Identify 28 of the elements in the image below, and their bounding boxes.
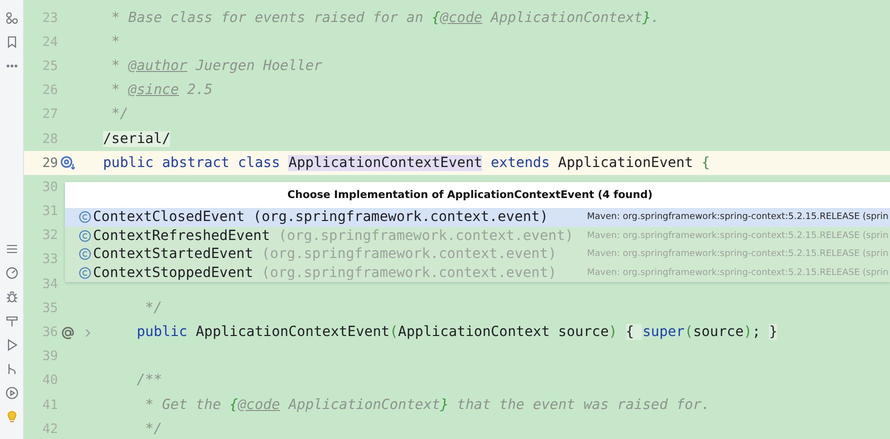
list-icon[interactable] <box>4 242 18 256</box>
structure-icon[interactable] <box>4 11 18 25</box>
implementation-item[interactable]: ContextClosedEvent (org.springframework.context.event) Maven: org.springframework:spring-context:5.2.15.RELEASE (sprin <box>65 208 890 226</box>
implementation-item[interactable]: ContextRefreshedEvent (org.springframework.context.event) Maven: org.springframework:spring-context:5.2.15.RELEASE (sprin <box>65 226 890 245</box>
popup-title: Choose Implementation of ApplicationContextEvent (4 found) <box>287 189 653 201</box>
code-line: * <box>110 32 120 52</box>
code-line: */ <box>110 105 128 124</box>
code-line: */ <box>144 298 162 318</box>
line-number: 29 <box>41 156 58 171</box>
code-line: * Get the {@code ApplicationContext} that the event was raised for. <box>144 396 710 415</box>
class-icon <box>79 230 91 242</box>
gauge-icon[interactable] <box>4 266 18 280</box>
code-line: public abstract class ApplicationContextEvent extends ApplicationEvent { <box>103 154 710 173</box>
code-line: public ApplicationContextEvent(ApplicationContext source) { super(source); } <box>136 323 778 342</box>
code-line: * @since 2.5 <box>110 81 213 100</box>
class-icon <box>79 266 91 279</box>
code-line: */ <box>144 420 162 439</box>
bug-icon[interactable] <box>4 290 18 304</box>
code-line: /** <box>136 371 162 390</box>
implementation-item[interactable]: ContextStoppedEvent (org.springframework.context.event) Maven: org.springframework:spring-context:5.2.15.RELEASE (sprin <box>65 264 890 282</box>
circled-play-icon[interactable] <box>4 386 18 400</box>
code-line: * @author Juergen Hoeller <box>110 56 322 76</box>
class-icon <box>79 248 91 260</box>
implemented-marker-icon[interactable] <box>60 155 76 172</box>
implementation-item[interactable]: ContextStartedEvent (org.springframework.context.event) Maven: org.springframework:spring-context:5.2.15.RELEASE (sprin <box>65 245 890 264</box>
class-icon <box>79 211 91 224</box>
code-line: * Base class for events raised for an {@code ApplicationContext}. <box>110 8 660 28</box>
override-marker-icon[interactable] <box>60 324 76 341</box>
